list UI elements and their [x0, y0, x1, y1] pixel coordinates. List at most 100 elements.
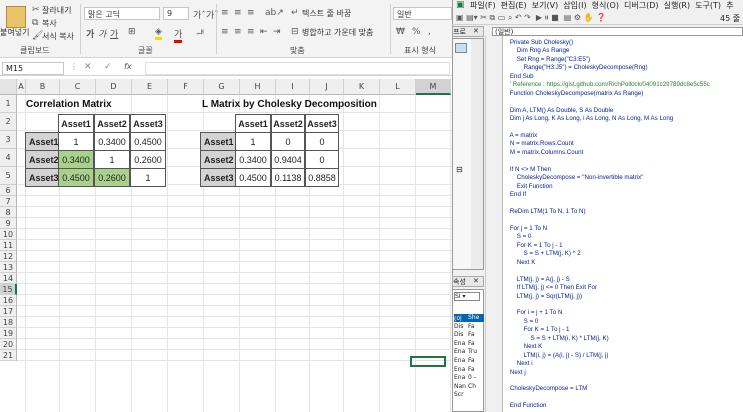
code-line[interactable]: For i = j + 1 To N [503, 309, 563, 316]
name-box[interactable]: M15 [2, 62, 64, 75]
object-select[interactable]: (일반) [492, 27, 743, 36]
increase-indent-icon[interactable]: ⇥ [273, 27, 281, 37]
row-header[interactable]: 9 [0, 218, 17, 229]
code-line[interactable]: ReDim LTM(1 To N, 1 To N) [503, 208, 586, 215]
code-line[interactable]: S = 0 [503, 318, 539, 325]
property-row[interactable]: Ena Fa [454, 340, 484, 348]
format-painter-button[interactable]: 서식 복사 [42, 31, 74, 42]
property-row[interactable]: Ena Fa [454, 366, 484, 374]
wrap-text-button[interactable]: 텍스트 줄 바꿈 [302, 8, 351, 19]
copy-icon[interactable]: ⧉ [32, 18, 38, 28]
formula-input[interactable] [145, 62, 450, 75]
properties-object-select[interactable]: SI ▾ [454, 292, 480, 301]
code-line[interactable]: Next i [503, 360, 533, 367]
column-header[interactable]: E [132, 79, 168, 95]
align-left-icon[interactable]: ≡ [221, 27, 229, 37]
font-size-select[interactable]: 9 [163, 7, 189, 20]
orientation-icon[interactable]: ab↗ [265, 8, 284, 18]
code-line[interactable]: Dim A, LTM() As Double, S As Double [503, 107, 613, 114]
code-line[interactable]: Private Sub Cholesky() [503, 39, 573, 46]
code-line[interactable]: S = S + LTM(i, K) * LTM(j, K) [503, 335, 609, 342]
close-icon[interactable]: ✕ [473, 27, 479, 35]
border-icon[interactable]: ⊞ [128, 27, 136, 37]
property-row[interactable]: Ena 0 - [454, 374, 484, 382]
column-header[interactable]: G [204, 79, 240, 95]
folder-icon[interactable] [455, 43, 467, 53]
code-line[interactable]: For j = 1 To N [503, 225, 547, 232]
code-line[interactable]: For K = 1 To j - 1 [503, 242, 563, 249]
grow-font-icon[interactable]: 가ˆ [193, 8, 206, 21]
row-header[interactable]: 15 [0, 284, 17, 295]
property-row[interactable]: (이 She [454, 314, 484, 323]
property-row[interactable]: Ena Tru [454, 348, 484, 356]
code-line[interactable]: Set Rng = Range("C3:E5") [503, 56, 590, 63]
code-line[interactable]: Dim j As Long, K As Long, i As Long, N A… [503, 115, 673, 122]
vba-menu-items[interactable]: 파일(F) 편집(E) 보기(V) 삽입(I) 형식(O) 디버그(D) 실행(… [470, 0, 734, 11]
row-header[interactable]: 7 [0, 196, 17, 207]
spreadsheet-grid[interactable]: ABCDEFGHIJKLM 1 2 3 4 5 6 7 8 9 10 11 12 13 14 15 16 17 1… [0, 79, 452, 412]
chol-cell[interactable]: 0 [271, 132, 305, 151]
code-line[interactable]: LTM(j, j) = Sqr(LTM(j, j)) [503, 293, 582, 300]
italic-icon[interactable]: 가 [98, 27, 106, 40]
property-row[interactable]: Dis Fa [454, 323, 484, 331]
row-header[interactable]: 12 [0, 251, 17, 262]
code-line[interactable]: Exit Function [503, 183, 553, 190]
code-line[interactable]: S = 0 [503, 233, 532, 240]
code-line[interactable]: End If [503, 191, 526, 198]
enter-icon[interactable]: ✓ [104, 62, 112, 72]
chol-row-label[interactable]: Asset3 [200, 168, 236, 187]
code-line[interactable]: N = matrix.Rows.Count [503, 140, 574, 147]
chol-row-label[interactable]: Asset2 [200, 150, 236, 169]
row-header[interactable]: 13 [0, 262, 17, 273]
corr-col-header[interactable]: Asset1 [58, 114, 94, 133]
corr-col-header[interactable]: Asset2 [94, 114, 130, 133]
comma-icon[interactable]: , [428, 27, 431, 37]
row-header[interactable]: 17 [0, 306, 17, 317]
project-explorer[interactable]: ⊟ [452, 38, 484, 270]
corr-cell[interactable]: 0.3400 [58, 150, 94, 169]
code-window[interactable]: Private Sub Cholesky() Dim Rng As Range … [502, 36, 743, 412]
corr-cell[interactable]: 0.4500 [58, 168, 94, 187]
row-header[interactable]: 5 [0, 167, 17, 185]
font-name-select[interactable]: 맑은 고딕 [84, 7, 160, 20]
code-line[interactable]: End Function [503, 402, 546, 409]
code-line[interactable]: S = S + LTM(j, K) ^ 2 [503, 250, 581, 257]
align-right-icon[interactable]: ≡ [247, 27, 255, 37]
chol-cell[interactable]: 0.3400 [235, 150, 271, 169]
code-line[interactable]: If LTM(j, j) <= 0 Then Exit For [503, 284, 597, 291]
cut-button[interactable]: 잘라내기 [42, 5, 71, 16]
row-header[interactable]: 16 [0, 295, 17, 306]
code-line[interactable]: Next K [503, 259, 536, 266]
code-line[interactable]: CholeskyDecompose = LTM [503, 385, 587, 392]
select-all-corner[interactable] [0, 79, 17, 95]
property-row[interactable]: Dis Fa [454, 331, 484, 339]
row-header[interactable]: 6 [0, 185, 17, 196]
chol-col-header[interactable]: Asset1 [235, 114, 271, 133]
decrease-indent-icon[interactable]: ⇤ [260, 27, 268, 37]
row-header[interactable]: 1 [0, 95, 17, 113]
align-middle-icon[interactable]: ≡ [234, 8, 242, 18]
column-header[interactable]: I [276, 79, 310, 95]
code-line[interactable]: A = matrix [503, 132, 538, 139]
code-line[interactable]: For K = 1 To j - 1 [503, 326, 570, 333]
property-row[interactable]: Nan Ch [454, 383, 484, 391]
row-header[interactable]: 10 [0, 229, 17, 240]
corr-row-label[interactable]: Asset3 [25, 168, 59, 187]
column-header[interactable]: B [26, 79, 60, 95]
fill-color-icon[interactable]: ◈ [155, 27, 162, 40]
toolbar-icons[interactable]: ▣ ▤▾ ✂ ⧉ ▭ ⌕ ↶ ↷ ▶ ⏸ ■ ▤ ⚙ ✋ ❓ [456, 13, 606, 23]
align-bottom-icon[interactable]: ≡ [247, 8, 255, 18]
code-line[interactable]: M = matrix.Columns.Count [503, 149, 583, 156]
chol-row-label[interactable]: Asset1 [200, 132, 236, 151]
chol-cell[interactable]: 1 [235, 132, 271, 151]
selected-cell[interactable] [410, 356, 446, 367]
row-header[interactable]: 18 [0, 317, 17, 328]
code-line[interactable]: CholeskyDecompose = "Non-invertible matr… [503, 174, 644, 181]
align-center-icon[interactable]: ≡ [234, 27, 242, 37]
code-line[interactable]: If N <> M Then [503, 166, 551, 173]
column-header[interactable]: J [310, 79, 344, 95]
chol-col-header[interactable]: Asset3 [305, 114, 339, 133]
chol-cell[interactable]: 0.4500 [235, 168, 271, 187]
code-line[interactable]: End Sub [503, 73, 534, 80]
corr-cell[interactable]: 0.2600 [94, 168, 130, 187]
